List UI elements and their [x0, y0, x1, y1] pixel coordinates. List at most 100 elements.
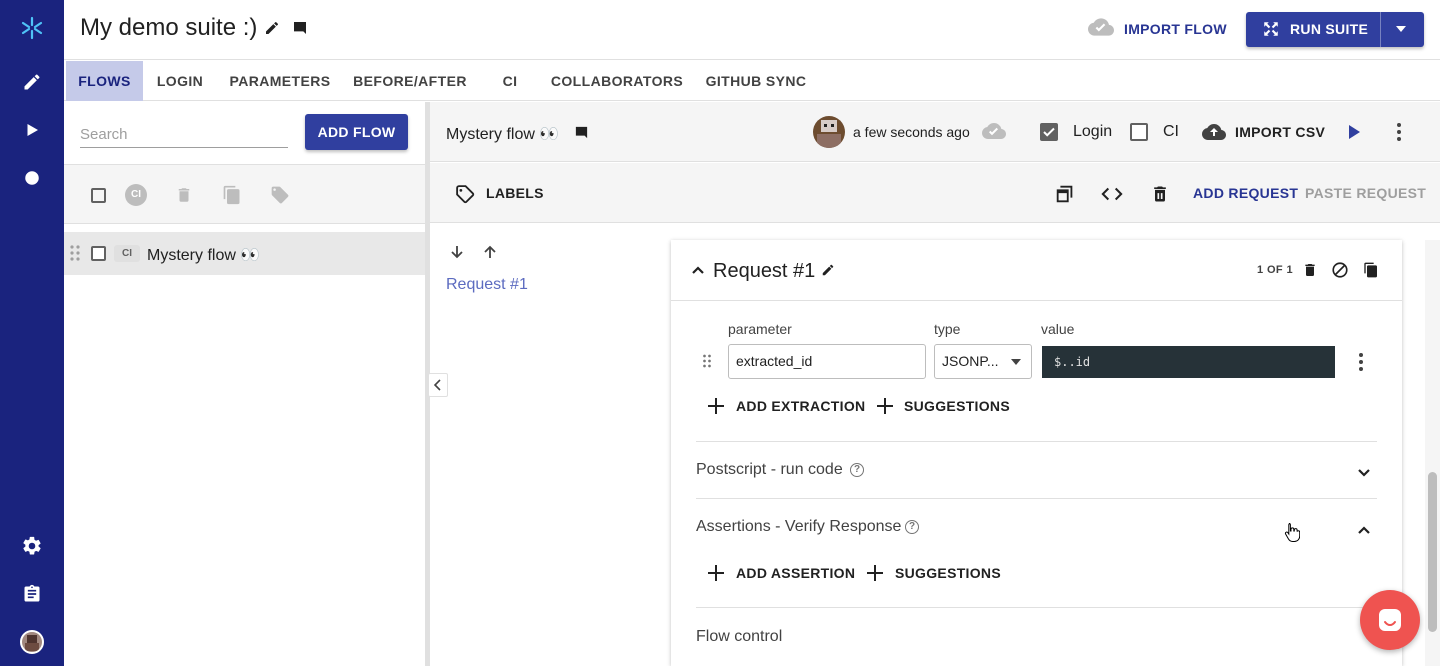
tab-before-after[interactable]: BEFORE/AFTER [349, 61, 471, 101]
request-pagination: 1 OF 1 [1257, 264, 1294, 276]
label-icon[interactable] [268, 183, 292, 207]
add-extraction-button[interactable]: ADD EXTRACTION [736, 398, 865, 414]
flow-title: Mystery flow 👀 [446, 126, 560, 143]
request-title: Request #1 [713, 260, 816, 282]
flow-comment-icon[interactable] [574, 125, 589, 145]
delete-flow-icon[interactable] [1150, 183, 1170, 210]
delete-request-icon[interactable] [1302, 261, 1318, 284]
delete-icon[interactable] [172, 183, 196, 207]
collapse-panel-button[interactable] [428, 373, 448, 397]
value-code-input[interactable]: $..id [1042, 346, 1335, 378]
move-up-arrow-icon[interactable] [483, 244, 497, 265]
postscript-expand-chevron-icon[interactable] [1357, 465, 1371, 483]
add-request-button[interactable]: ADD REQUEST [1193, 185, 1298, 201]
run-flow-play-icon[interactable] [1347, 124, 1361, 145]
chat-icon [1379, 609, 1401, 631]
section-divider [696, 441, 1377, 442]
ci-checkbox-label: CI [1163, 123, 1179, 140]
assertions-collapse-chevron-icon[interactable] [1357, 522, 1371, 540]
last-saved-text: a few seconds ago [853, 124, 970, 140]
app-logo-icon[interactable] [20, 16, 44, 40]
duplicate-request-icon[interactable] [1363, 261, 1379, 284]
section-divider [696, 607, 1377, 608]
flow-header: Mystery flow 👀 a few seconds ago Login C… [430, 102, 1440, 162]
type-select[interactable]: JSONP... [934, 344, 1032, 379]
select-all-checkbox[interactable] [86, 183, 110, 207]
run-suite-dropdown-icon[interactable] [1396, 26, 1406, 32]
collapse-all-icon[interactable] [1054, 183, 1076, 210]
flows-panel: ADD FLOW CI CI Mystery flow 👀 [64, 102, 425, 666]
flow-control-section-title[interactable]: Flow control [696, 628, 782, 646]
search-input[interactable] [80, 122, 288, 146]
collaborator-avatar [813, 116, 845, 148]
extraction-suggestions-button[interactable]: SUGGESTIONS [904, 398, 1010, 414]
disable-request-icon[interactable] [1331, 261, 1349, 284]
parameter-column-label: parameter [728, 321, 792, 337]
add-extraction-plus-icon [708, 398, 724, 414]
settings-gear-icon[interactable] [20, 534, 44, 558]
drag-handle-icon[interactable] [69, 244, 81, 267]
labels-button[interactable]: LABELS [486, 185, 544, 201]
tab-ci[interactable]: CI [492, 61, 528, 101]
add-assertion-button[interactable]: ADD ASSERTION [736, 565, 855, 581]
request-nav-item[interactable]: Request #1 [446, 276, 528, 294]
tab-flows[interactable]: FLOWS [66, 61, 143, 101]
postscript-help-icon[interactable]: ? [850, 463, 864, 477]
duplicate-icon[interactable] [220, 183, 244, 207]
edit-title-icon[interactable] [264, 20, 280, 41]
nav-rail [0, 0, 64, 666]
tab-login[interactable]: LOGIN [148, 61, 212, 101]
top-header: My demo suite :) IMPORT FLOW RUN SUITE [64, 0, 1440, 60]
run-suite-divider [1380, 12, 1381, 47]
flow-list-item[interactable]: CI Mystery flow 👀 [64, 232, 425, 275]
hand-cursor-icon [1284, 522, 1301, 547]
assertions-help-icon[interactable]: ? [905, 520, 919, 534]
saved-cloud-icon [982, 122, 1006, 145]
tab-parameters[interactable]: PARAMETERS [224, 61, 336, 101]
tab-collaborators[interactable]: COLLABORATORS [548, 61, 686, 101]
paste-request-button[interactable]: PASTE REQUEST [1305, 185, 1426, 201]
upload-cloud-icon [1202, 123, 1226, 146]
edit-request-title-icon[interactable] [821, 263, 835, 282]
login-checkbox[interactable] [1040, 123, 1058, 141]
postscript-section-title[interactable]: Postscript - run code [696, 461, 843, 479]
content-scrollbar-thumb[interactable] [1428, 472, 1437, 632]
ci-toggle-icon[interactable]: CI [124, 183, 148, 207]
value-column-label: value [1041, 321, 1075, 337]
run-suite-icon [1262, 20, 1280, 43]
import-csv-button[interactable]: IMPORT CSV [1235, 124, 1325, 140]
support-chat-button[interactable] [1360, 590, 1420, 650]
edit-nav-icon[interactable] [20, 70, 44, 94]
label-outline-icon[interactable] [454, 183, 476, 210]
move-down-arrow-icon[interactable] [450, 244, 464, 265]
assertion-suggestions-button[interactable]: SUGGESTIONS [895, 565, 1001, 581]
code-view-icon[interactable] [1101, 184, 1123, 209]
play-nav-icon[interactable] [20, 118, 44, 142]
suggestions-plus-icon [877, 398, 893, 414]
assertions-section-title[interactable]: Assertions - Verify Response [696, 518, 901, 536]
login-checkbox-label: Login [1073, 123, 1113, 140]
import-flow-button[interactable]: IMPORT FLOW [1124, 21, 1227, 37]
search-field [80, 122, 288, 148]
flow-checkbox[interactable] [91, 246, 106, 261]
add-assertion-plus-icon [708, 565, 724, 581]
request-card: Request #1 1 OF 1 parameter type value e… [671, 240, 1402, 666]
extraction-more-menu-icon[interactable] [1358, 352, 1364, 377]
cloud-sync-icon [1088, 17, 1114, 42]
ci-checkbox[interactable] [1130, 123, 1148, 141]
user-avatar[interactable] [20, 630, 44, 654]
type-select-caret-icon [1011, 359, 1021, 365]
type-column-label: type [934, 321, 961, 337]
collapse-request-chevron-icon[interactable] [691, 263, 705, 281]
extraction-drag-handle-icon[interactable] [702, 352, 712, 375]
record-nav-icon[interactable] [20, 166, 44, 190]
comment-icon[interactable] [292, 20, 308, 41]
tab-github-sync[interactable]: GITHUB SYNC [700, 61, 812, 101]
flow-more-menu-icon[interactable] [1396, 122, 1402, 147]
parameter-input[interactable]: extracted_id [728, 344, 926, 379]
run-suite-button[interactable]: RUN SUITE [1246, 12, 1424, 47]
request-card-header: Request #1 1 OF 1 [671, 240, 1402, 301]
add-flow-button[interactable]: ADD FLOW [305, 114, 408, 150]
clipboard-icon[interactable] [20, 582, 44, 606]
flows-toolbar: CI [64, 164, 425, 224]
